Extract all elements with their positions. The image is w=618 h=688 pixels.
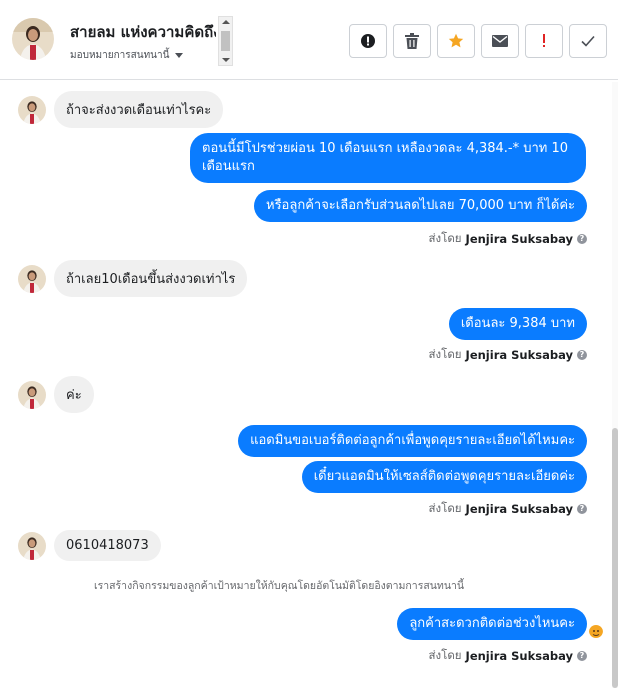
seen-avatar: [589, 624, 603, 638]
avatar[interactable]: [18, 264, 46, 293]
sent-by-label: ส่งโดย Jenjira Suksabay ?: [429, 500, 587, 518]
conversation-header: สายลม แห่งความคิดถึง มอบหมายการสนทนานี้: [0, 0, 618, 80]
agent-name[interactable]: Jenjira Suksabay: [466, 502, 573, 516]
scroll-down-arrow-icon[interactable]: [222, 58, 230, 62]
follow-up-button[interactable]: [525, 24, 563, 58]
system-note: เราสร้างกิจกรรมของลูกค้าเป้าหมายให้กับคุ…: [94, 580, 465, 592]
incoming-message[interactable]: ถ้าจะส่งงวดเดือนเท่าไรคะ: [54, 91, 224, 128]
sent-by-label: ส่งโดย Jenjira Suksabay ?: [429, 230, 587, 248]
mark-done-button[interactable]: [569, 24, 607, 58]
outgoing-message[interactable]: ตอนนี้มีโปรช่วยผ่อน 10 เดือนแรก เหลืองวด…: [190, 133, 586, 183]
info-icon[interactable]: ?: [577, 234, 587, 244]
outgoing-message[interactable]: หรือลูกค้าจะเลือกรับส่วนลดไปเลย 70,000 บ…: [254, 190, 587, 222]
outgoing-message[interactable]: เดือนละ 9,384 บาท: [448, 308, 587, 340]
caret-down-icon: [175, 53, 184, 58]
conversation-actions: [349, 24, 607, 58]
info-icon[interactable]: ?: [577, 504, 587, 514]
outgoing-message[interactable]: เดี๋ยวแอดมินให้เซลส์ติดต่อพูดคุยรายละเอี…: [301, 461, 587, 493]
message-thread: ถ้าจะส่งงวดเดือนเท่าไรคะ ตอนนี้มีโปรช่วย…: [0, 81, 618, 688]
avatar[interactable]: [18, 531, 46, 560]
incoming-message-row: ถ้าเลย10เดือนขึ้นส่งงวดเท่าไร: [18, 260, 248, 297]
info-icon[interactable]: ?: [577, 350, 587, 360]
exclamation-icon: [543, 34, 545, 47]
incoming-message-row: ค่ะ: [18, 376, 94, 413]
trash-icon: [405, 33, 419, 49]
mark-unread-button[interactable]: [481, 24, 519, 58]
incoming-message[interactable]: ค่ะ: [54, 376, 94, 413]
sent-by-label: ส่งโดย Jenjira Suksabay ?: [429, 346, 587, 364]
scroll-thumb[interactable]: [221, 31, 230, 51]
outgoing-message[interactable]: ลูกค้าสะดวกติดต่อช่วงไหนคะ: [397, 608, 587, 640]
contact-avatar[interactable]: [12, 18, 54, 60]
incoming-message[interactable]: ถ้าเลย10เดือนขึ้นส่งงวดเท่าไร: [54, 260, 248, 297]
mark-spam-button[interactable]: [349, 24, 387, 58]
chat-scrollbar[interactable]: [612, 82, 618, 688]
chat-scroll-thumb[interactable]: [612, 428, 618, 688]
scroll-up-arrow-icon[interactable]: [222, 20, 230, 24]
alert-circle-icon: [361, 34, 375, 48]
assign-label: มอบหมายการสนทนานี้: [70, 50, 170, 61]
incoming-message-row: 0610418073: [18, 530, 161, 561]
agent-name[interactable]: Jenjira Suksabay: [466, 649, 573, 663]
agent-name[interactable]: Jenjira Suksabay: [466, 348, 573, 362]
assign-conversation-dropdown[interactable]: มอบหมายการสนทนานี้: [70, 48, 184, 63]
incoming-message-row: ถ้าจะส่งงวดเดือนเท่าไรคะ: [18, 91, 224, 128]
delete-button[interactable]: [393, 24, 431, 58]
envelope-icon: [492, 35, 508, 47]
info-icon[interactable]: ?: [577, 651, 587, 661]
avatar[interactable]: [18, 95, 46, 124]
incoming-message[interactable]: 0610418073: [54, 530, 161, 561]
sent-by-label: ส่งโดย Jenjira Suksabay ?: [429, 647, 587, 665]
contact-name[interactable]: สายลม แห่งความคิดถึง: [70, 20, 216, 44]
outgoing-message[interactable]: แอดมินขอเบอร์ติดต่อลูกค้าเพื่อพูดคุยรายล…: [238, 425, 587, 457]
agent-name[interactable]: Jenjira Suksabay: [466, 232, 573, 246]
name-scrollbar[interactable]: [218, 16, 233, 66]
star-icon: [448, 33, 464, 48]
star-button[interactable]: [437, 24, 475, 58]
check-icon: [581, 35, 595, 47]
avatar[interactable]: [18, 380, 46, 409]
